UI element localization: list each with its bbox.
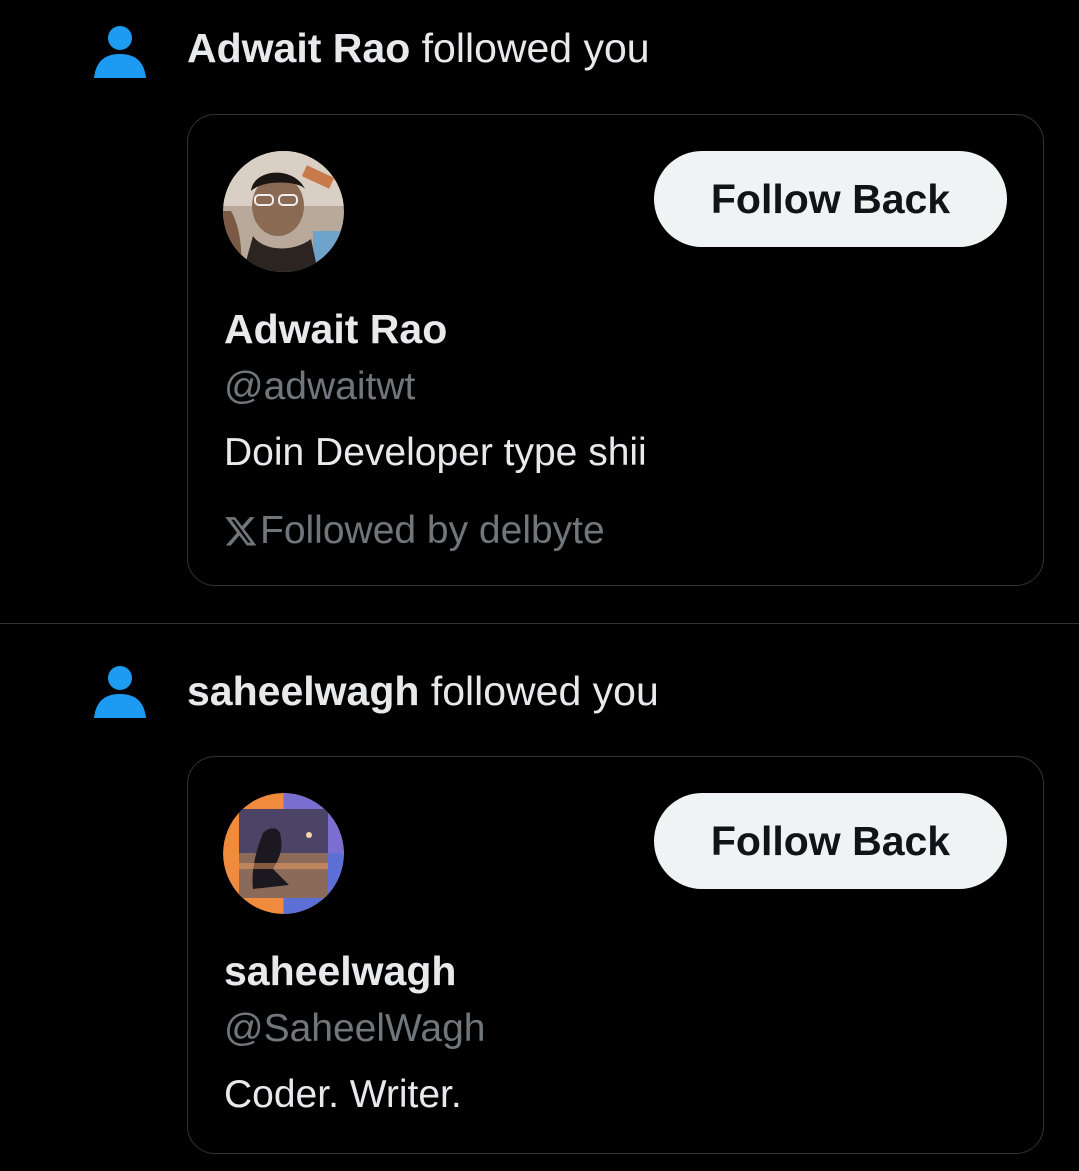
actor-name[interactable]: Adwait Rao: [187, 25, 410, 71]
profile-photo: [223, 151, 344, 272]
user-bio: Doin Developer type shii: [224, 431, 647, 474]
user-handle[interactable]: @SaheelWagh: [224, 1005, 485, 1053]
follow-back-button[interactable]: Follow Back: [654, 793, 1007, 889]
person-icon: [94, 666, 146, 718]
display-name[interactable]: saheelwagh: [224, 945, 456, 997]
action-text: followed you: [421, 25, 650, 71]
action-text: followed you: [430, 668, 659, 714]
display-name[interactable]: Adwait Rao: [224, 303, 447, 355]
follow-notification[interactable]: Adwait Rao followed you Follow Back Adwa…: [0, 0, 1079, 624]
actor-name[interactable]: saheelwagh: [187, 668, 419, 714]
profile-photo: [223, 793, 344, 914]
avatar[interactable]: [223, 151, 344, 272]
user-card[interactable]: Follow Back saheelwagh @SaheelWagh Coder…: [187, 756, 1044, 1154]
avatar[interactable]: [223, 793, 344, 914]
user-card[interactable]: Follow Back Adwait Rao @adwaitwt Doin De…: [187, 114, 1044, 586]
followed-by-row: Followed by delbyte: [224, 505, 605, 557]
notification-headline: saheelwagh followed you: [187, 667, 659, 715]
followed-by-text: Followed by delbyte: [260, 509, 605, 552]
follow-back-button[interactable]: Follow Back: [654, 151, 1007, 247]
notification-headline: Adwait Rao followed you: [187, 24, 650, 72]
x-logo-icon: [225, 517, 257, 546]
user-bio: Coder. Writer.: [224, 1073, 462, 1116]
user-handle[interactable]: @adwaitwt: [224, 363, 415, 411]
person-icon: [94, 26, 146, 78]
follow-notification[interactable]: saheelwagh followed you Follow Back sahe…: [0, 625, 1079, 1171]
